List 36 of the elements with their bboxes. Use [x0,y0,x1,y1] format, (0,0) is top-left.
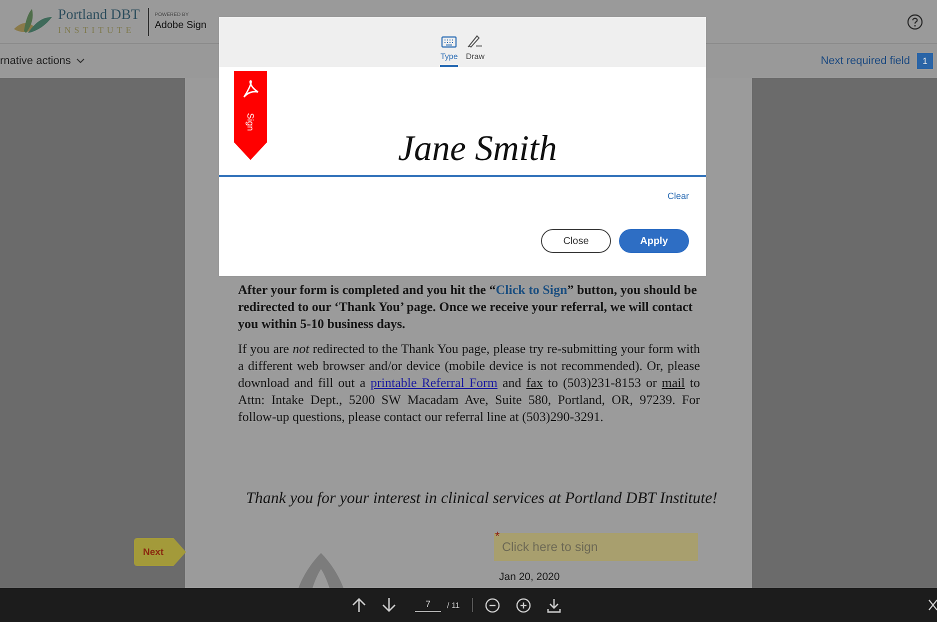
date-text: Jan 20, 2020 [499,571,561,583]
page-number-field[interactable]: 7 [415,598,441,612]
bookmark-label: Sign [246,113,256,132]
contact-link[interactable]: mail [662,375,685,390]
actions-menu[interactable]: rnative actions [0,55,85,67]
closing-text: Thank you for your interest in clinical services at Portland DBT Institute! [245,489,718,509]
close-button[interactable]: Close [541,229,611,253]
apply-button[interactable]: Apply [619,229,689,253]
signature-field[interactable]: * Click here to sign [494,533,698,561]
clear-link[interactable]: Clear [667,191,689,201]
keyboard-icon [441,36,458,48]
referral-form-link[interactable]: printable Referral Form [370,375,498,390]
caret-icon [76,58,85,64]
logo-title: Portland DBT [58,8,140,23]
download-icon[interactable] [546,598,561,612]
signature-tab[interactable]: Type [440,36,458,67]
logo-subtitle: INSTITUTE [58,26,136,35]
contact-link[interactable]: fax [526,375,543,390]
pen-icon [467,34,484,48]
zoom-out-icon[interactable] [484,598,500,612]
product-name: Adobe Sign [154,20,206,30]
arrow-down-icon[interactable] [382,597,396,613]
arrow-up-icon[interactable] [352,597,366,613]
page-total: / 11 [447,600,460,610]
acrobat-icon [242,79,260,99]
signature-text: Jane Smith [398,127,557,169]
next-required-field-link[interactable]: Next required field [820,55,910,67]
signature-tab[interactable]: Draw [466,34,484,67]
click-to-sign-link[interactable]: Click to Sign [496,282,568,297]
close-icon[interactable] [927,599,937,611]
paragraph: If you are not redirected to the Thank You page, please try re-submitting your form with a different web browser and/or device (mobile device is not recommended). Or, please download and fill out a printable Referral Form and fax to (503)231-8153 or mail to Attn: Intake Dept., 5200 SW Macadam Ave, Suite 580, Portland, OR, 97239. For follow-up questions, please contact our referral line at (503)290-3291. [238,340,700,425]
required-count-badge: 1 [917,53,933,69]
help-icon[interactable] [907,14,923,30]
zoom-in-icon[interactable] [516,598,531,612]
paragraph: After your form is completed and you hit the “Click to Sign” button, you should be redirected to our ‘Thank You’ page. Once we receive your referral, we will contact you within 5-10 business days. [238,281,698,332]
next-tag[interactable]: Next [134,538,186,566]
